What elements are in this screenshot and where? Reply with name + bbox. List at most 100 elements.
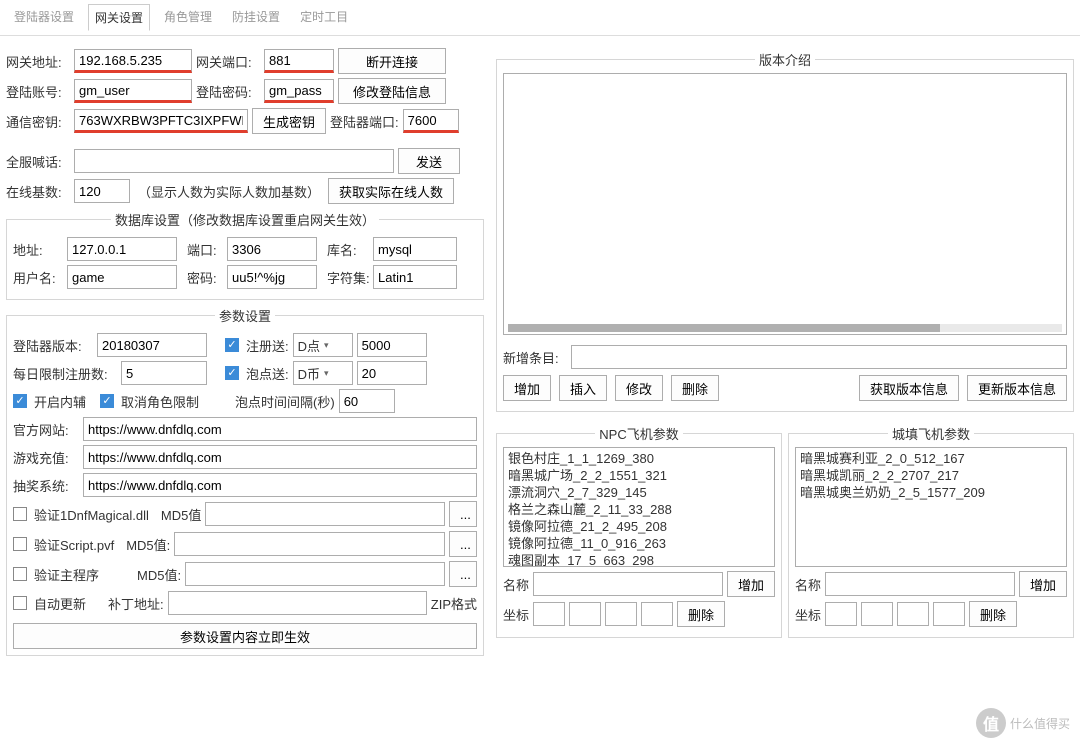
db-address-label: 地址: (13, 240, 63, 259)
send-button[interactable]: 发送 (398, 148, 460, 174)
patch-addr-input[interactable] (168, 591, 427, 615)
tab-scheduled[interactable]: 定时工目 (294, 4, 354, 31)
npc-coord-3-input[interactable] (605, 602, 637, 626)
idle-give-value-input[interactable] (357, 361, 427, 385)
get-version-info-button[interactable]: 获取版本信息 (859, 375, 959, 401)
city-delete-button[interactable]: 删除 (969, 601, 1017, 627)
cancel-role-limit-checkbox[interactable] (100, 394, 114, 408)
disconnect-button[interactable]: 断开连接 (338, 48, 446, 74)
auto-update-checkbox[interactable] (13, 596, 27, 610)
insert-button[interactable]: 插入 (559, 375, 607, 401)
horizontal-scrollbar[interactable] (508, 324, 1062, 332)
list-item[interactable]: 格兰之森山麓_2_11_33_288 (508, 501, 770, 518)
modify-button[interactable]: 修改 (615, 375, 663, 401)
get-online-count-button[interactable]: 获取实际在线人数 (328, 178, 454, 204)
npc-delete-button[interactable]: 删除 (677, 601, 725, 627)
comm-key-input[interactable] (74, 109, 248, 133)
md5-label-1: MD5值 (153, 505, 201, 524)
db-charset-label: 字符集: (321, 268, 369, 287)
list-item[interactable]: 银色村庄_1_1_1269_380 (508, 450, 770, 467)
online-base-input[interactable] (74, 179, 130, 203)
add-button[interactable]: 增加 (503, 375, 551, 401)
npc-name-input[interactable] (533, 572, 723, 596)
list-item[interactable]: 暗黑城赛利亚_2_0_512_167 (800, 450, 1062, 467)
verify-dll-checkbox[interactable] (13, 507, 27, 521)
city-add-button[interactable]: 增加 (1019, 571, 1067, 597)
browse-button-3[interactable]: ... (449, 561, 477, 587)
modify-login-button[interactable]: 修改登陆信息 (338, 78, 446, 104)
generate-key-button[interactable]: 生成密钥 (252, 108, 326, 134)
idle-interval-label: 泡点时间间隔(秒) (235, 392, 335, 411)
npc-coord-1-input[interactable] (533, 602, 565, 626)
idle-give-checkbox[interactable] (225, 366, 239, 380)
cancel-role-limit-label: 取消角色限制 (121, 392, 199, 411)
city-coord-1-input[interactable] (825, 602, 857, 626)
list-item[interactable]: 漂流洞穴_2_7_329_145 (508, 484, 770, 501)
browse-button-1[interactable]: ... (449, 501, 477, 527)
enable-inner-assist-checkbox[interactable] (13, 394, 27, 408)
login-port-input[interactable] (403, 109, 459, 133)
city-coord-2-input[interactable] (861, 602, 893, 626)
db-charset-input[interactable] (373, 265, 457, 289)
db-name-input[interactable] (373, 237, 457, 261)
list-item[interactable]: 暗黑城广场_2_2_1551_321 (508, 467, 770, 484)
idle-give-type-select[interactable]: D币 (293, 361, 353, 385)
list-item[interactable]: 镜像阿拉德_21_2_495_208 (508, 518, 770, 535)
lottery-input[interactable] (83, 473, 477, 497)
daily-reg-limit-input[interactable] (121, 361, 207, 385)
version-intro-textarea[interactable] (503, 73, 1067, 335)
verify-script-checkbox[interactable] (13, 537, 27, 551)
update-version-info-button[interactable]: 更新版本信息 (967, 375, 1067, 401)
recharge-input[interactable] (83, 445, 477, 469)
md5-input-3[interactable] (185, 562, 445, 586)
db-port-input[interactable] (227, 237, 317, 261)
tab-login-settings[interactable]: 登陆器设置 (8, 4, 80, 31)
delete-button[interactable]: 删除 (671, 375, 719, 401)
comm-key-label: 通信密钥: (6, 112, 70, 131)
apply-params-button[interactable]: 参数设置内容立即生效 (13, 623, 477, 649)
npc-name-label: 名称 (503, 575, 529, 594)
db-address-input[interactable] (67, 237, 177, 261)
login-version-label: 登陆器版本: (13, 336, 93, 355)
city-listbox[interactable]: 暗黑城赛利亚_2_0_512_167暗黑城凯丽_2_2_2707_217暗黑城奥… (795, 447, 1067, 567)
official-site-input[interactable] (83, 417, 477, 441)
database-legend: 数据库设置（修改数据库设置重启网关生效） (111, 210, 379, 229)
login-password-input[interactable] (264, 79, 334, 103)
db-pwd-input[interactable] (227, 265, 317, 289)
list-item[interactable]: 暗黑城奥兰奶奶_2_5_1577_209 (800, 484, 1062, 501)
city-coord-3-input[interactable] (897, 602, 929, 626)
list-item[interactable]: 镜像阿拉德_11_0_916_263 (508, 535, 770, 552)
city-plane-group: 城填飞机参数 暗黑城赛利亚_2_0_512_167暗黑城凯丽_2_2_2707_… (788, 424, 1074, 638)
db-user-input[interactable] (67, 265, 177, 289)
list-item[interactable]: 魂图副本_17_5_663_298 (508, 552, 770, 567)
tab-gateway-settings[interactable]: 网关设置 (88, 4, 150, 31)
global-shout-input[interactable] (74, 149, 394, 173)
idle-give-label: 泡点送: (246, 364, 289, 383)
register-give-type-select[interactable]: D点 (293, 333, 353, 357)
npc-coord-4-input[interactable] (641, 602, 673, 626)
list-item[interactable]: 暗黑城凯丽_2_2_2707_217 (800, 467, 1062, 484)
global-shout-label: 全服喊话: (6, 152, 70, 171)
verify-main-checkbox[interactable] (13, 567, 27, 581)
gateway-address-input[interactable] (74, 49, 192, 73)
login-account-input[interactable] (74, 79, 192, 103)
tab-role-manage[interactable]: 角色管理 (158, 4, 218, 31)
new-item-input[interactable] (571, 345, 1067, 369)
idle-interval-input[interactable] (339, 389, 395, 413)
register-give-checkbox[interactable] (225, 338, 239, 352)
login-version-input[interactable] (97, 333, 207, 357)
verify-script-label: 验证Script.pvf (34, 535, 114, 554)
tab-anticheat-settings[interactable]: 防挂设置 (226, 4, 286, 31)
npc-listbox[interactable]: 银色村庄_1_1_1269_380暗黑城广场_2_2_1551_321漂流洞穴_… (503, 447, 775, 567)
city-name-input[interactable] (825, 572, 1015, 596)
gateway-port-input[interactable] (264, 49, 334, 73)
browse-button-2[interactable]: ... (449, 531, 477, 557)
npc-coord-2-input[interactable] (569, 602, 601, 626)
npc-add-button[interactable]: 增加 (727, 571, 775, 597)
md5-input-2[interactable] (174, 532, 445, 556)
register-give-value-input[interactable] (357, 333, 427, 357)
new-item-label: 新增条目: (503, 348, 567, 367)
recharge-label: 游戏充值: (13, 448, 79, 467)
md5-input-1[interactable] (205, 502, 445, 526)
city-coord-4-input[interactable] (933, 602, 965, 626)
